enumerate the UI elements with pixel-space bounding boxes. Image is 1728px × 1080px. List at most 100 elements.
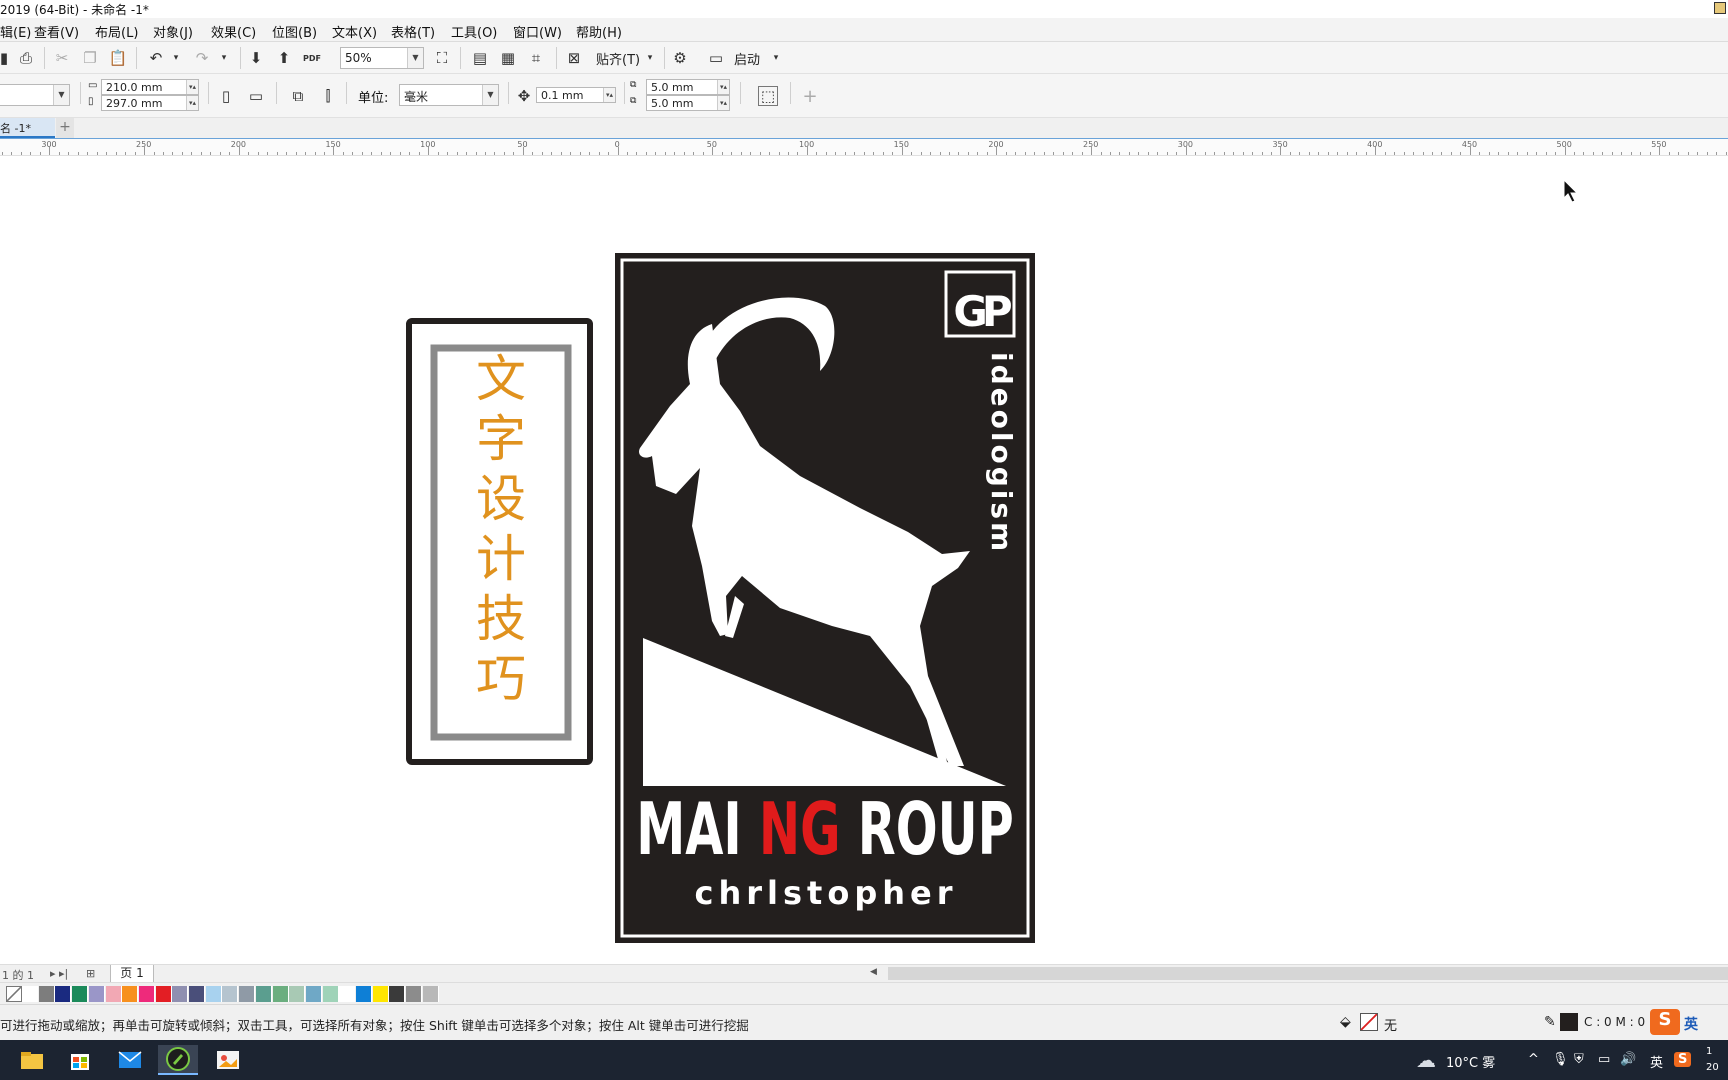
snap-to-dropdown[interactable]: 贴齐(T) — [596, 49, 640, 68]
menu-object[interactable]: 对象(J) — [153, 22, 193, 41]
page-nav-arrows-icon[interactable]: ▸ ▸| — [50, 967, 68, 980]
copy-icon[interactable]: ❐ — [80, 48, 100, 68]
export-icon[interactable]: ⬆ — [274, 48, 294, 68]
chevron-down-icon[interactable]: ▼ — [407, 48, 423, 68]
scroll-left-icon[interactable]: ◀ — [870, 967, 877, 977]
snap-off-icon[interactable]: ⊠ — [564, 48, 584, 68]
weather-text[interactable]: 10°C 雾 — [1446, 1052, 1495, 1071]
launch-dropdown[interactable]: 启动 — [734, 49, 760, 68]
coreldraw-icon[interactable] — [158, 1045, 198, 1075]
palette-swatch[interactable] — [105, 986, 122, 1002]
menu-bitmap[interactable]: 位图(B) — [272, 22, 317, 41]
security-icon[interactable]: ⛨ — [1574, 1052, 1584, 1067]
palette-swatch[interactable] — [122, 986, 139, 1002]
palette-swatch[interactable] — [372, 986, 389, 1002]
add-document-icon[interactable]: + — [56, 118, 74, 138]
portrait-icon[interactable]: ▯ — [216, 86, 236, 106]
mail-icon[interactable] — [110, 1045, 150, 1075]
palette-swatch[interactable] — [239, 986, 256, 1002]
horizontal-ruler[interactable]: 300 250 200 150 100 50 0 50 100 150 200 250 300 350 40… — [0, 138, 1728, 156]
unit-combo[interactable]: 毫米 ▼ — [399, 84, 499, 106]
palette-swatch[interactable] — [172, 986, 189, 1002]
duplicate-x-field[interactable]: 5.0 mm ▾▴ — [646, 79, 730, 95]
drawing-canvas[interactable]: 文 字 设 计 技 巧 GP ideologism MAI NG ROUP ch… — [0, 156, 1728, 964]
menu-window[interactable]: 窗口(W) — [513, 22, 562, 41]
bleed-icon[interactable]: ⬚ — [758, 86, 778, 106]
show-guides-icon[interactable]: ⌗ — [526, 48, 546, 68]
paste-icon[interactable]: 📋 — [108, 48, 128, 68]
cut-icon[interactable]: ✂ — [52, 48, 72, 68]
print-icon[interactable]: ⎙ — [16, 48, 36, 68]
launch-icon[interactable]: ▭ — [706, 48, 726, 68]
outline-color-swatch[interactable] — [1560, 1013, 1578, 1031]
spinner-arrows-icon[interactable]: ▾▴ — [603, 88, 615, 102]
no-color-swatch[interactable] — [6, 986, 22, 1002]
spinner-arrows-icon[interactable]: ▾▴ — [186, 96, 198, 110]
import-icon[interactable]: ⬇ — [246, 48, 266, 68]
palette-swatch[interactable] — [339, 986, 356, 1002]
menu-help[interactable]: 帮助(H) — [576, 22, 622, 41]
spinner-arrows-icon[interactable]: ▾▴ — [717, 96, 729, 110]
palette-swatch[interactable] — [389, 986, 406, 1002]
menu-effects[interactable]: 效果(C) — [211, 22, 256, 41]
chevron-down-icon[interactable]: ▾ — [166, 48, 186, 68]
palette-swatch[interactable] — [272, 986, 289, 1002]
no-fill-swatch[interactable] — [1360, 1013, 1378, 1031]
menu-layout[interactable]: 布局(L) — [95, 22, 138, 41]
palette-swatch[interactable] — [88, 986, 105, 1002]
palette-swatch[interactable] — [255, 986, 272, 1002]
palette-swatch[interactable] — [305, 986, 322, 1002]
chevron-down-icon[interactable]: ▾ — [640, 48, 660, 68]
pdf-export-icon[interactable]: PDF — [302, 48, 322, 68]
add-page-icon[interactable]: ⊞ — [86, 967, 95, 980]
palette-swatch[interactable] — [22, 986, 38, 1002]
page-tab[interactable]: 页 1 — [110, 965, 154, 983]
palette-swatch[interactable] — [322, 986, 339, 1002]
sogou-tray-icon[interactable]: S — [1674, 1052, 1692, 1067]
store-icon[interactable] — [60, 1045, 100, 1075]
palette-swatch[interactable] — [155, 986, 172, 1002]
ime-mode-label[interactable]: 英 — [1684, 1014, 1698, 1034]
sogou-ime-icon[interactable]: S — [1650, 1009, 1680, 1035]
palette-swatch[interactable] — [138, 986, 155, 1002]
palette-swatch[interactable] — [205, 986, 222, 1002]
palette-swatch[interactable] — [422, 986, 439, 1002]
palette-swatch[interactable] — [222, 986, 239, 1002]
palette-swatch[interactable] — [289, 986, 306, 1002]
menu-edit[interactable]: 辑(E) — [0, 22, 31, 41]
spinner-arrows-icon[interactable]: ▾▴ — [717, 80, 729, 94]
menu-view[interactable]: 查看(V) — [34, 22, 79, 41]
photo-viewer-icon[interactable] — [208, 1045, 248, 1075]
duplicate-y-field[interactable]: 5.0 mm ▾▴ — [646, 95, 730, 111]
palette-swatch[interactable] — [189, 986, 205, 1002]
save-icon[interactable]: ▮ — [0, 48, 14, 68]
zoom-combo[interactable]: 50% ▼ — [340, 47, 424, 69]
horizontal-scrollbar[interactable] — [888, 967, 1728, 980]
page-width-field[interactable]: 210.0 mm ▾▴ — [101, 79, 199, 95]
add-preset-icon[interactable]: + — [800, 86, 820, 107]
input-language-label[interactable]: 英 — [1650, 1052, 1663, 1071]
chevron-up-icon[interactable]: ^ — [1528, 1052, 1539, 1067]
undo-icon[interactable]: ↶ — [146, 48, 166, 68]
document-tab[interactable]: 名 -1* — [0, 118, 55, 138]
clock[interactable]: 1 20 — [1706, 1044, 1719, 1076]
palette-swatch[interactable] — [356, 986, 372, 1002]
palette-swatch[interactable] — [406, 986, 423, 1002]
volume-icon[interactable]: 🔊 — [1620, 1052, 1636, 1067]
chevron-down-icon[interactable]: ▼ — [482, 85, 498, 105]
page-size-combo[interactable]: ▼ — [0, 84, 70, 106]
show-grid-icon[interactable]: ▦ — [498, 48, 518, 68]
current-page-icon[interactable]: ⫿ — [318, 86, 338, 106]
redo-icon[interactable]: ↷ — [192, 48, 212, 68]
file-explorer-icon[interactable] — [12, 1045, 52, 1075]
goat-logo-card[interactable]: GP ideologism MAI NG ROUP chrlstopher — [615, 253, 1035, 943]
all-pages-icon[interactable]: ⧉ — [288, 86, 308, 106]
show-rulers-icon[interactable]: ▤ — [470, 48, 490, 68]
chevron-down-icon[interactable]: ▾ — [214, 48, 234, 68]
landscape-icon[interactable]: ▭ — [246, 86, 266, 106]
menu-tools[interactable]: 工具(O) — [451, 22, 497, 41]
network-icon[interactable]: ▭ — [1598, 1052, 1610, 1067]
palette-swatch[interactable] — [38, 986, 55, 1002]
palette-swatch[interactable] — [72, 986, 89, 1002]
menu-table[interactable]: 表格(T) — [391, 22, 435, 41]
